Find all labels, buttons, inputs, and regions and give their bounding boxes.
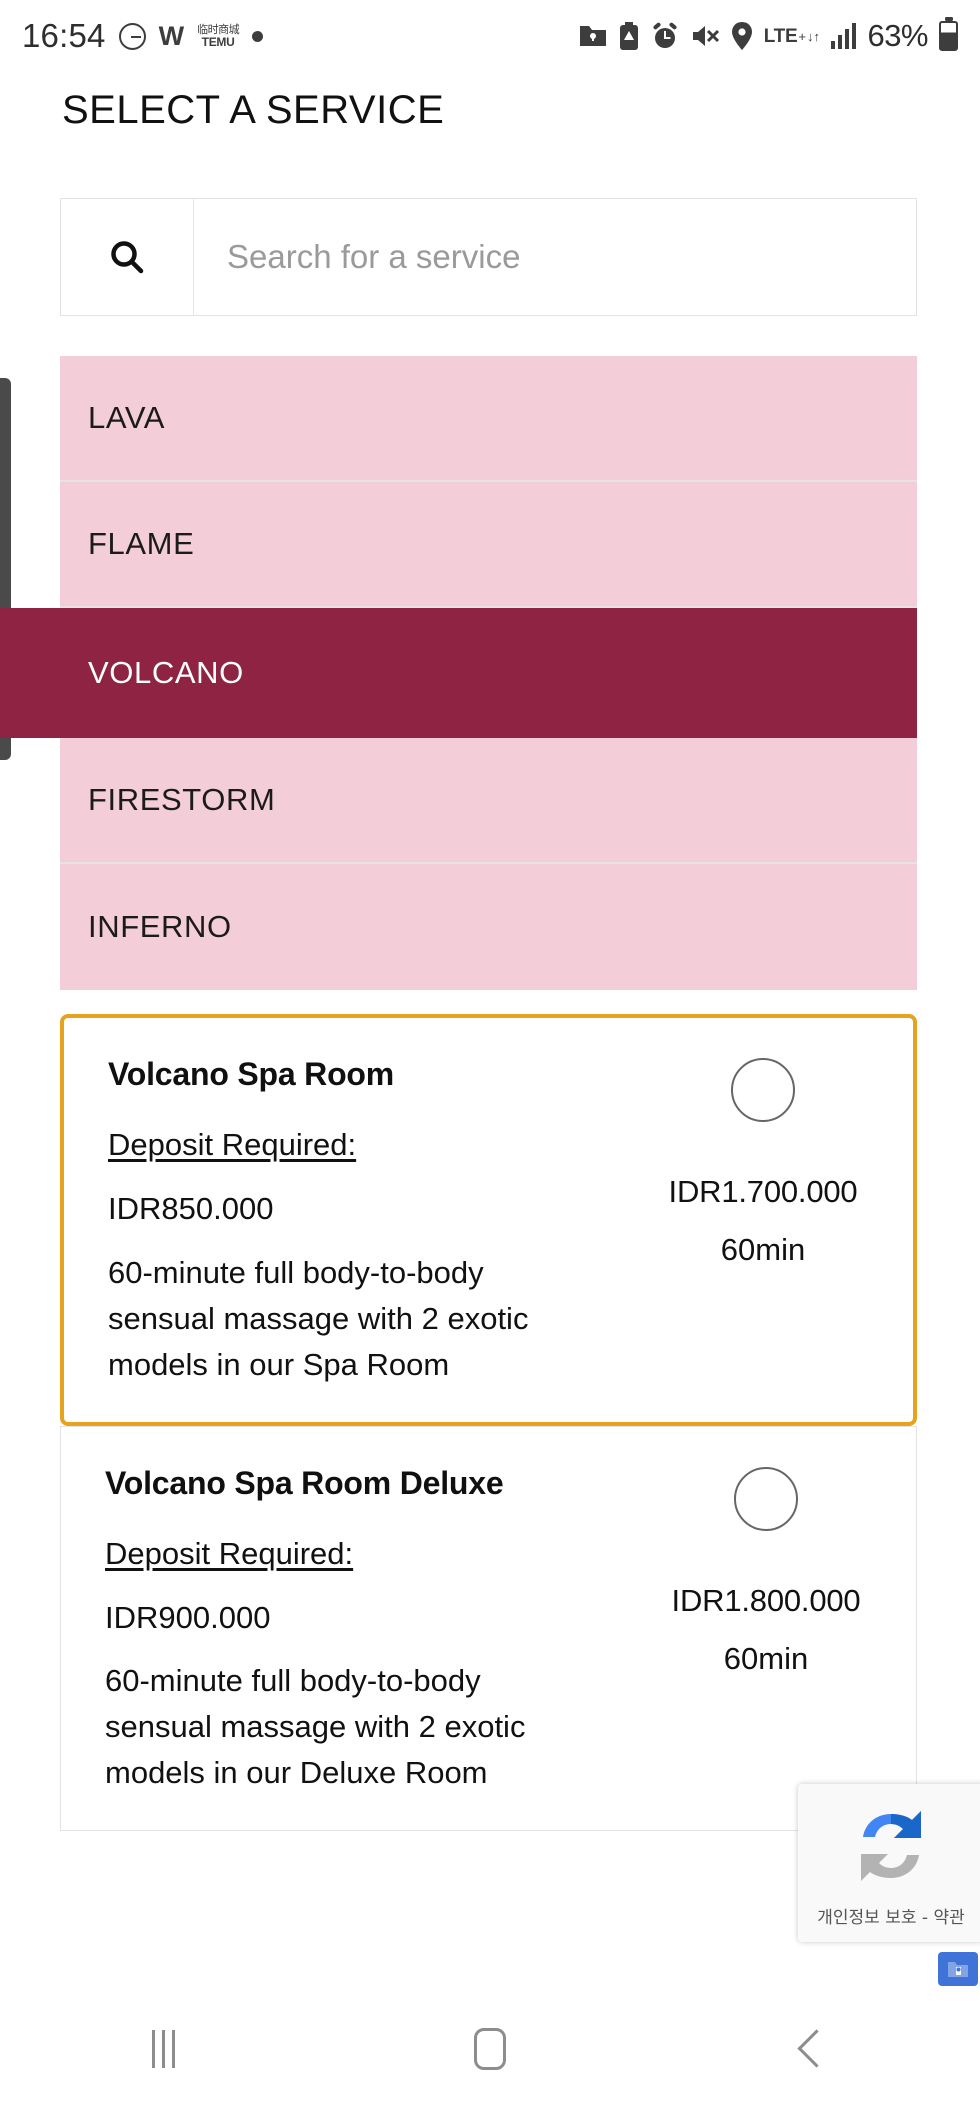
search-icon[interactable] [61, 199, 194, 315]
status-bar-left: 16:54 W 临时商城 TEMU [22, 17, 264, 55]
category-item-flame[interactable]: FLAME [60, 482, 917, 608]
folder-lock-icon [579, 23, 607, 49]
recaptcha-icon [845, 1800, 937, 1897]
service-duration: 60min [723, 1640, 809, 1676]
home-icon [473, 2027, 506, 2070]
back-button[interactable] [737, 1996, 897, 2101]
service-description: 60-minute full body-to-body sensual mass… [108, 1254, 529, 1382]
w-app-icon: W [158, 20, 185, 51]
back-icon [797, 2029, 836, 2068]
search-bar[interactable] [60, 198, 917, 316]
deposit-label: Deposit Required: [105, 1535, 354, 1571]
alarm-icon [651, 22, 679, 50]
service-card[interactable]: Volcano Spa Room Deluxe Deposit Required… [60, 1425, 917, 1832]
service-card[interactable]: Volcano Spa Room Deposit Required: IDR85… [60, 1014, 917, 1426]
recaptcha-badge[interactable]: 개인정보 보호 - 약관 [798, 1784, 980, 1942]
lte-arrows-icon: ↓↑ [806, 28, 820, 44]
service-description: 60-minute full body-to-body sensual mass… [105, 1663, 526, 1791]
dot-icon [252, 30, 264, 42]
lte-sup: + [798, 28, 806, 44]
service-radio-button[interactable] [734, 1466, 798, 1531]
service-title: Volcano Spa Room [108, 1056, 395, 1092]
category-list: LAVA FLAME VOLCANO FIRESTORM INFERNO [0, 356, 917, 990]
deposit-amount: IDR900.000 [105, 1599, 271, 1635]
service-card-list: Volcano Spa Room Deposit Required: IDR85… [60, 1014, 917, 1832]
temu-icon-bottom: TEMU [201, 34, 235, 49]
battery-icon [939, 21, 958, 51]
mute-icon [690, 23, 720, 49]
battery-percent: 63% [867, 18, 928, 53]
status-bar: 16:54 W 临时商城 TEMU LTE + ↓↑ 63% [0, 0, 980, 72]
recaptcha-text: 개인정보 보호 - 약관 [817, 1908, 965, 1928]
deposit-label: Deposit Required: [108, 1127, 357, 1163]
category-item-volcano[interactable]: VOLCANO [0, 608, 917, 738]
category-item-inferno[interactable]: INFERNO [60, 864, 917, 990]
search-input[interactable] [194, 199, 916, 315]
system-navigation-bar [0, 1996, 980, 2101]
home-button[interactable] [410, 1996, 570, 2101]
recents-icon [151, 2029, 175, 2068]
category-item-firestorm[interactable]: FIRESTORM [60, 738, 917, 864]
service-card-side: IDR1.700.000 60min [613, 1052, 913, 1388]
signal-icon [830, 23, 857, 49]
category-item-lava[interactable]: LAVA [60, 356, 917, 482]
lte-icon: LTE + ↓↑ [764, 27, 820, 46]
temu-icon: 临时商城 TEMU [197, 23, 240, 49]
folder-lock-chip-icon[interactable] [938, 1952, 978, 1986]
status-bar-right: LTE + ↓↑ 63% [579, 18, 958, 54]
status-clock: 16:54 [22, 17, 106, 54]
recents-button[interactable] [83, 1996, 243, 2101]
deposit-amount: IDR850.000 [108, 1191, 274, 1227]
temu-icon-top: 临时商城 [197, 23, 240, 36]
page-title: SELECT A SERVICE [62, 88, 445, 132]
service-duration: 60min [720, 1232, 806, 1267]
service-price: IDR1.700.000 [668, 1174, 858, 1209]
service-price: IDR1.800.000 [671, 1582, 861, 1618]
google-icon [118, 22, 146, 50]
lte-label: LTE [763, 25, 798, 47]
battery-saver-icon [618, 22, 640, 50]
service-card-body: Volcano Spa Room Deposit Required: IDR85… [108, 1052, 613, 1388]
service-radio-button[interactable] [731, 1058, 795, 1122]
location-icon [731, 22, 753, 50]
service-title: Volcano Spa Room Deluxe [105, 1464, 504, 1501]
service-card-side: IDR1.800.000 60min [616, 1461, 916, 1797]
service-card-body: Volcano Spa Room Deluxe Deposit Required… [105, 1461, 616, 1797]
